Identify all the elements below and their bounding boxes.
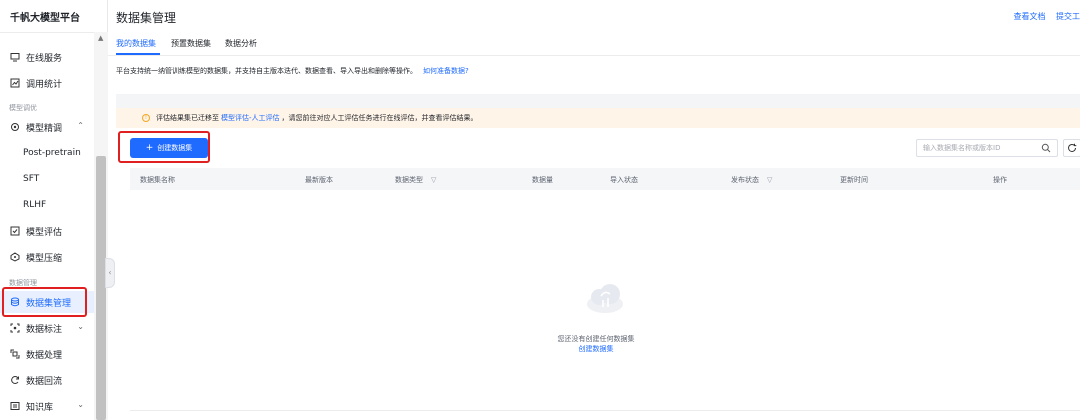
refresh-button[interactable]	[1063, 139, 1080, 157]
sidebar-item-label: 模型压缩	[26, 253, 63, 264]
column-header-label: 数据类型	[395, 176, 423, 184]
sidebar-item-data-backflow[interactable]: 数据回流	[0, 369, 94, 391]
refresh-icon	[1068, 143, 1077, 152]
chevron-down-icon: ⌄	[77, 400, 84, 409]
sidebar-item-label: 模型评估	[26, 227, 63, 238]
chevron-up-icon: ⌃	[77, 121, 84, 130]
table-header: 数据集名称 最新版本 数据类型 ▽ 数据量 导入状态 发布状态 ▽ 更新时间 操作	[130, 168, 1080, 190]
sidebar-item-sft[interactable]: SFT	[23, 174, 39, 184]
intro-text: 平台支持统一纳管训练模型的数据集，并支持自主版本迭代、数据查看、导入导出和删除等…	[116, 66, 469, 76]
divider	[108, 55, 1080, 56]
search-icon[interactable]	[1041, 143, 1051, 153]
sidebar-item-label: 知识库	[26, 402, 54, 413]
sidebar-item-label: 模型精调	[26, 123, 63, 134]
sidebar-item-label: 在线服务	[26, 53, 63, 64]
sidebar-item-online-service[interactable]: 在线服务	[0, 46, 94, 68]
highlight-box	[2, 287, 87, 317]
tuning-icon	[9, 121, 21, 133]
label-icon	[9, 322, 21, 334]
view-docs-link[interactable]: 查看文档	[1013, 12, 1045, 21]
notice-suffix: ，请您前往对应人工评估任务进行在线评估，并查看评估结果。	[281, 114, 478, 122]
sidebar-item-post-pretrain[interactable]: Post-pretrain	[23, 148, 81, 158]
scroll-up-icon[interactable]: ▲	[98, 34, 103, 42]
sidebar-item-model-finetune[interactable]: 模型精调 ⌃	[0, 116, 94, 138]
column-header: 最新版本	[305, 176, 333, 184]
intro-description: 平台支持统一纳管训练模型的数据集，并支持自主版本迭代、数据查看、导入导出和删除等…	[116, 67, 417, 75]
sidebar-item-usage-stats[interactable]: 调用统计	[0, 72, 94, 94]
empty-message: 您还没有创建任何数据集	[557, 335, 635, 343]
chevron-down-icon: ⌄	[77, 322, 84, 331]
brand-title: 千帆大模型平台	[10, 13, 80, 24]
empty-state-link: 创建数据集	[0, 344, 1080, 354]
tab-my-datasets[interactable]: 我的数据集	[116, 38, 156, 49]
main-content: 数据集管理 查看文档 提交工 我的数据集 预置数据集 数据分析 平台支持统一纳管…	[108, 0, 1080, 420]
notice-prefix: 评估结果集已迁移至	[156, 114, 219, 122]
column-header: 导入状态	[610, 176, 638, 184]
column-header: 操作	[993, 176, 1007, 184]
tab-data-analysis[interactable]: 数据分析	[225, 38, 257, 49]
sidebar: 千帆大模型平台 在线服务 调用统计 模型调优 模型精调 ⌃ Post-pretr…	[0, 0, 108, 420]
divider	[0, 32, 94, 33]
scrollbar-thumb[interactable]	[96, 156, 106, 420]
sidebar-item-knowledge-base[interactable]: 知识库 ⌄	[0, 395, 94, 417]
create-dataset-link[interactable]: 创建数据集	[579, 345, 614, 353]
knowledge-icon	[9, 400, 21, 412]
filter-icon[interactable]: ▽	[767, 176, 772, 184]
manual-eval-link[interactable]: 模型评估-人工评估	[221, 113, 280, 123]
sidebar-scrollbar[interactable]: ▲	[94, 32, 108, 420]
empty-cloud-icon	[587, 284, 623, 313]
sidebar-item-model-eval[interactable]: 模型评估	[0, 220, 94, 242]
app-window: 千帆大模型平台 在线服务 调用统计 模型调优 模型精调 ⌃ Post-pretr…	[0, 0, 1080, 420]
page-title: 数据集管理	[116, 11, 177, 25]
column-header: 更新时间	[840, 176, 868, 184]
eval-icon	[9, 225, 21, 237]
highlight-box	[118, 131, 210, 163]
how-to-prepare-data-link[interactable]: 如何准备数据?	[423, 67, 469, 75]
top-links: 查看文档 提交工	[1005, 11, 1080, 22]
column-header: 数据集名称	[140, 176, 175, 184]
warning-icon: !	[142, 114, 150, 122]
search-input[interactable]: 输入数据集名称或版本ID	[916, 139, 1058, 157]
monitor-icon	[9, 51, 21, 63]
backflow-icon	[9, 374, 21, 386]
sidebar-item-rlhf[interactable]: RLHF	[23, 200, 46, 210]
search-placeholder: 输入数据集名称或版本ID	[923, 144, 1001, 152]
divider	[130, 410, 1080, 411]
submit-ticket-link[interactable]: 提交工	[1056, 12, 1080, 21]
sidebar-item-model-compress[interactable]: 模型压缩	[0, 246, 94, 268]
column-header-label: 发布状态	[731, 176, 759, 184]
sidebar-group-label: 模型调优	[9, 104, 37, 112]
empty-state-text: 您还没有创建任何数据集	[0, 334, 1080, 344]
sidebar-item-label: 数据回流	[26, 376, 63, 387]
tab-preset-datasets[interactable]: 预置数据集	[171, 38, 211, 49]
column-header-publish-status[interactable]: 发布状态 ▽	[731, 175, 772, 185]
filter-icon[interactable]: ▽	[431, 176, 436, 184]
column-header: 数据量	[532, 176, 553, 184]
column-header-data-type[interactable]: 数据类型 ▽	[395, 175, 436, 185]
migration-notice: ! 评估结果集已迁移至 模型评估-人工评估 ，请您前往对应人工评估任务进行在线评…	[116, 108, 1080, 128]
sidebar-item-label: 调用统计	[26, 79, 63, 90]
stats-icon	[9, 77, 21, 89]
compress-icon	[9, 251, 21, 263]
sidebar-item-label: 数据标注	[26, 324, 63, 335]
